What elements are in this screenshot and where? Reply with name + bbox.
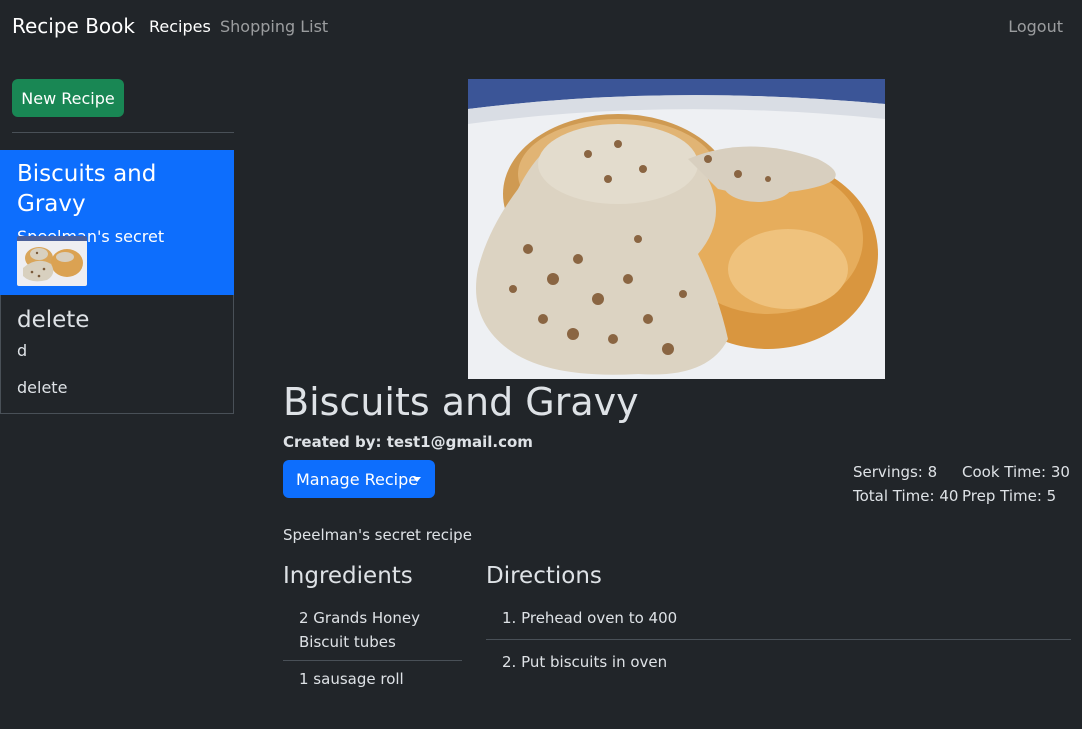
ingredient-item: 2 Grands Honey Biscuit tubes	[283, 600, 462, 660]
prep-time: Prep Time: 5	[962, 487, 1057, 505]
manage-recipe-dropdown-button[interactable]: Manage Recipe	[283, 460, 435, 498]
recipe-description: Speelman's secret recipe	[283, 526, 472, 544]
directions-heading: Directions	[486, 563, 602, 589]
logout-link[interactable]: Logout	[1008, 17, 1063, 36]
recipe-list-item-description: d	[17, 341, 28, 360]
servings: Servings: 8	[853, 463, 938, 481]
ingredients-list: 2 Grands Honey Biscuit tubes 1 sausage r…	[283, 600, 462, 697]
direction-item: 2. Put biscuits in oven	[486, 639, 1071, 681]
direction-item: 1. Prehead oven to 400	[502, 609, 678, 627]
recipe-list-item-title: delete	[17, 307, 90, 333]
nav-recipes[interactable]: Recipes	[149, 17, 211, 36]
total-time: Total Time: 40	[853, 487, 959, 505]
ingredient-line: 1 sausage roll	[299, 670, 404, 688]
recipe-thumbnail	[17, 236, 87, 286]
caret-down-icon	[413, 477, 421, 482]
navbar: Recipe Book Recipes Shopping List Logout	[0, 0, 1082, 56]
recipe-image	[468, 79, 885, 379]
ingredient-line: Biscuit tubes	[299, 633, 396, 651]
ingredients-heading: Ingredients	[283, 563, 413, 589]
ingredient-item: 1 sausage roll	[283, 660, 462, 697]
ingredient-line: 2 Grands Honey	[299, 609, 420, 627]
recipe-list-item[interactable]: delete d delete	[0, 295, 234, 414]
nav-shopping-list[interactable]: Shopping List	[220, 17, 328, 36]
sidebar-divider	[12, 132, 234, 133]
brand-link[interactable]: Recipe Book	[12, 14, 135, 38]
new-recipe-button[interactable]: New Recipe	[12, 79, 124, 117]
cook-time: Cook Time: 30	[962, 463, 1070, 481]
directions-list: 1. Prehead oven to 400 2. Put biscuits i…	[486, 600, 1071, 681]
recipe-title: Biscuits and Gravy	[283, 380, 639, 424]
manage-recipe-label: Manage Recipe	[296, 469, 419, 489]
created-by: Created by: test1@gmail.com	[283, 433, 533, 451]
recipe-list: Biscuits and Gravy Speelman's secret rec…	[0, 150, 234, 414]
recipe-list-item-title: Biscuits and Gravy	[17, 161, 157, 217]
recipe-list-item-extra: delete	[17, 378, 68, 397]
recipe-list-item[interactable]: Biscuits and Gravy Speelman's secret rec…	[0, 150, 234, 295]
